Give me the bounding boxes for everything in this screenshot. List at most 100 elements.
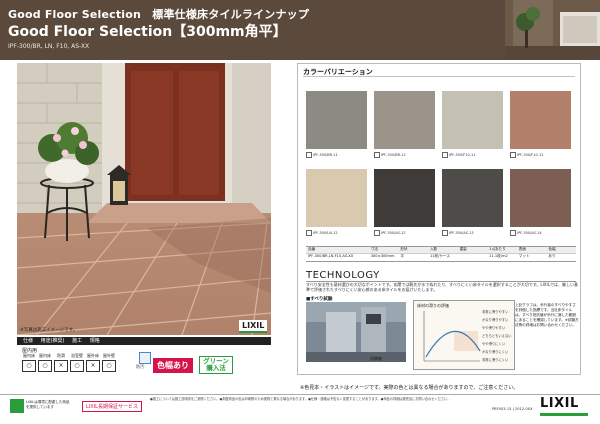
checkbox-icon xyxy=(510,152,516,158)
photo-lixil-logo: LIXIL xyxy=(239,320,268,333)
graph-level-label: かなり滑りにくい xyxy=(482,350,509,354)
lixil-logo-bar xyxy=(540,413,588,416)
checkbox-icon xyxy=(374,230,380,236)
graph-level-label: 非常に滑りやすい xyxy=(482,310,509,314)
tile-swatch xyxy=(374,91,435,149)
use-item: 屋外壁 ○ xyxy=(102,353,116,372)
photo-caption: ※写真は施工イメージです。 xyxy=(20,328,78,333)
tile-code: IPF-300/AS-14 xyxy=(517,231,542,235)
spec-table-cell: IPF-300/BR,LN,F10,AS-XX xyxy=(308,254,354,258)
tile-swatch xyxy=(374,169,435,227)
lixil-logo: LIXIL xyxy=(540,396,579,411)
divider xyxy=(0,394,600,395)
graph-level-label: かなり滑りやすい xyxy=(482,318,509,322)
use-label: 防滑 xyxy=(57,353,65,358)
antifouling-icon xyxy=(139,352,151,364)
test-machine-photo xyxy=(306,302,406,362)
tile-code-label: IPF-300/F10-11 xyxy=(442,152,475,158)
green-purchase-badge: グリーン 購入法 xyxy=(199,356,233,374)
tile-code: IPF-300/AS-12 xyxy=(381,231,406,235)
spec-table: 品番 寸法 形状 入数 重量 1㎡あたり 表面 色幅 IPF-300/BR,LN,F10,AS… xyxy=(306,246,576,262)
spec-table-header-cell: 表面 xyxy=(518,247,526,251)
header-decoration-image xyxy=(505,0,600,60)
use-icons: 屋内床 ○ 屋内床 ○ 防滑 × 浴室壁 ○ 屋外床 × 屋外壁 ○ xyxy=(22,353,116,372)
spec-bar-item: 規格 xyxy=(89,338,100,344)
spec-table-header-cell: 寸法 xyxy=(370,247,378,251)
graph-level-label: どちらともいえない xyxy=(482,334,512,338)
catalog-code: PBF003-15 | 2012-0XX xyxy=(492,407,533,411)
tile-code: IPF-300/BR-11 xyxy=(313,153,338,157)
tile-code-label: IPF-300/AS-13 xyxy=(442,230,474,236)
warranty-badge: LIXIL長期保証サービス xyxy=(82,401,142,412)
spec-table-cell: 11.1枚/m2 xyxy=(489,254,508,258)
spec-bar-item: 施工 xyxy=(72,338,83,344)
tile-swatch xyxy=(306,169,367,227)
spec-table-header-cell: 色幅 xyxy=(548,247,556,251)
checkbox-icon xyxy=(374,152,380,158)
technology-text: すべり安全性も基材選びの大切なポイントです。玄関では靴先が水でぬれたり、すべりに… xyxy=(306,282,578,292)
tile-code-label: IPF-300/BR-11 xyxy=(306,152,338,158)
spec-table-cell: 11枚/ケース xyxy=(429,254,450,258)
tile-code-label: IPF-300/LN-12 xyxy=(306,230,338,236)
use-mark: ○ xyxy=(38,360,52,372)
use-item: 浴室壁 ○ xyxy=(70,353,84,372)
eco-text: LIXILは環境に配慮した商品を提供しています xyxy=(26,400,70,409)
use-mark: ○ xyxy=(22,360,36,372)
tile-code: IPF-300/LN-12 xyxy=(313,231,338,235)
spec-table-header-cell: 重量 xyxy=(459,247,467,251)
checkbox-icon xyxy=(442,230,448,236)
color-variation-badge: 色幅あり xyxy=(153,358,193,373)
use-label: 屋外壁 xyxy=(103,353,115,358)
use-mark: × xyxy=(86,360,100,372)
spec-table-cell: マット xyxy=(518,254,530,258)
use-label: 屋内床 xyxy=(39,353,51,358)
tile-code-label: IPF-300/AS-12 xyxy=(374,230,406,236)
machine-caption: 試験機 xyxy=(370,356,382,361)
tile-code: IPF-300/BR-12 xyxy=(381,153,406,157)
spec-table-header-cell: 品番 xyxy=(308,247,316,251)
spec-table-cell xyxy=(458,254,488,259)
use-label: 屋外床 xyxy=(87,353,99,358)
checkbox-icon xyxy=(442,152,448,158)
antifouling-label: 防汚 xyxy=(136,364,144,369)
tile-code: IPF-300/F10-11 xyxy=(449,153,476,157)
series-title: Good Floor Selection 標準仕様床タイルラインナップ xyxy=(8,8,310,21)
graph-level-label: 非常に滑りにくい xyxy=(482,358,509,362)
use-mark: × xyxy=(54,360,68,372)
use-label: 浴室壁 xyxy=(71,353,83,358)
checkbox-icon xyxy=(306,230,312,236)
spec-table-cell: 300×300mm xyxy=(370,254,395,258)
floor-tile-photo xyxy=(17,63,271,335)
use-label: 屋内床 xyxy=(23,353,35,358)
use-item: 屋外床 × xyxy=(86,353,100,372)
use-item: 屋内床 ○ xyxy=(38,353,52,372)
spec-bar-item: 用途(推奨) xyxy=(40,338,65,344)
use-item: 屋内床 ○ xyxy=(22,353,36,372)
spec-table-header: 品番 寸法 形状 入数 重量 1㎡あたり 表面 色幅 xyxy=(306,247,576,254)
spec-bar-item: 仕様 xyxy=(23,338,34,344)
tile-swatch xyxy=(510,91,571,149)
tile-swatch xyxy=(442,169,503,227)
graph-note: 上記グラフは、歩行者のすべりやすさを評価した指標です。当社床タイルは、すべり抵抗… xyxy=(515,303,579,327)
tile-swatch xyxy=(510,169,571,227)
spec-table-header-cell: 1㎡あたり xyxy=(489,247,506,251)
spec-table-row: IPF-300/BR,LN,F10,AS-XX 300×300mm 平 11枚/ケース… xyxy=(306,254,576,259)
tile-code-label: IPF-300/F10-12 xyxy=(510,152,543,158)
disclaimer-note: ※色見本・イラストはイメージです。実際の色とは異なる場合がありますので、ご注意く… xyxy=(300,385,519,391)
page-title: Good Floor Selection【300mm角平】 xyxy=(8,24,287,40)
spec-table-cell: 平 xyxy=(400,254,404,258)
tile-code: IPF-300/F10-12 xyxy=(517,153,544,157)
checkbox-icon xyxy=(510,230,516,236)
tile-code: IPF-300/AS-13 xyxy=(449,231,474,235)
tile-code-label: IPF-300/AS-14 xyxy=(510,230,542,236)
eco-logo-icon xyxy=(10,399,24,413)
checkbox-icon xyxy=(306,152,312,158)
spec-table-header-cell: 入数 xyxy=(429,247,438,251)
use-mark: ○ xyxy=(70,360,84,372)
fine-print: ●施工については施工説明書をご参照ください。●掲載商品の色は印刷物のため実物と異… xyxy=(150,397,451,401)
use-item: 防滑 × xyxy=(54,353,68,372)
tile-swatch xyxy=(442,91,503,149)
use-mark: ○ xyxy=(102,360,116,372)
technology-title: TECHNOLOGY xyxy=(306,270,380,281)
spec-table-header-cell: 形状 xyxy=(400,247,408,251)
